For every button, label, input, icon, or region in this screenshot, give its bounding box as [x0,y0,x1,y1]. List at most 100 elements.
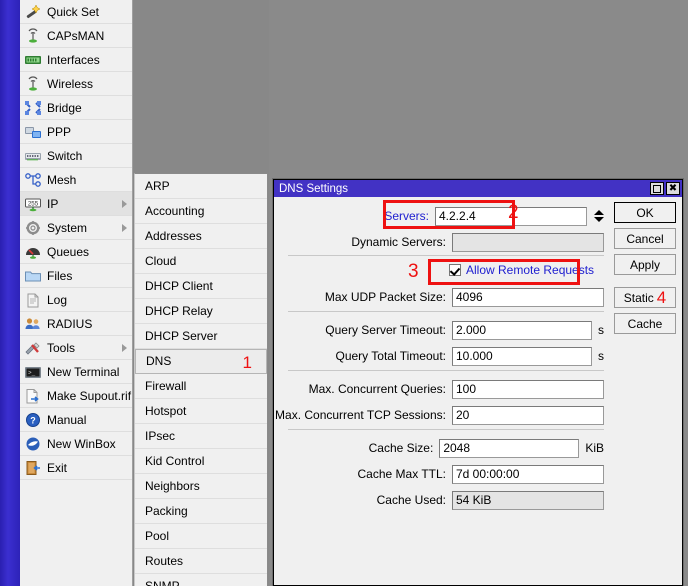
main-menu-item-manual[interactable]: ? Manual [20,408,132,432]
cache-size-input[interactable]: 2048 [439,438,580,458]
max-concurrent-tcp-input[interactable]: 20 [452,405,604,425]
ip-submenu-item-arp[interactable]: ARP [135,174,267,199]
servers-spinner[interactable] [593,207,604,225]
main-menu-item-make-supout-rif[interactable]: Make Supout.rif [20,384,132,408]
main-menu-item-ip[interactable]: 255 IP [20,192,132,216]
terminal-icon: >_ [24,364,42,380]
ip-submenu-item-snmp[interactable]: SNMP [135,574,267,586]
main-menu-item-interfaces[interactable]: Interfaces [20,48,132,72]
main-menu-item-label: System [47,220,88,235]
max-concurrent-tcp-label: Max. Concurrent TCP Sessions: [275,408,446,422]
main-menu-item-quick-set[interactable]: Quick Set [20,0,132,24]
ip-submenu-item-pool[interactable]: Pool [135,524,267,549]
cache-max-ttl-label: Cache Max TTL: [357,467,446,481]
servers-input[interactable]: 4.2.2.4 [435,206,587,226]
cancel-button[interactable]: Cancel [614,228,676,249]
ip-submenu-item-packing[interactable]: Packing [135,499,267,524]
allow-remote-requests-checkbox[interactable] [449,264,461,276]
dialog-titlebar[interactable]: DNS Settings ✖ [274,180,682,197]
query-server-timeout-input[interactable]: 2.000 [452,320,592,340]
chevron-right-icon [122,343,127,352]
winbox-window: s WinBox Quick Set CAPsMAN Interfaces Wirel… [0,0,688,586]
main-menu-item-new-winbox[interactable]: New WinBox [20,432,132,456]
ip-submenu-item-cloud[interactable]: Cloud [135,249,267,274]
max-udp-row: Max UDP Packet Size: 4096 [274,287,604,307]
divider-2 [288,311,604,312]
main-menu-item-label: Wireless [47,76,94,91]
ip-submenu-item-label: Packing [145,504,188,518]
ip-submenu-item-label: DNS [146,354,172,368]
ip-submenu-item-ipsec[interactable]: IPsec [135,424,267,449]
main-menu-item-label: PPP [47,124,72,139]
divider-3 [288,370,604,371]
main-menu-item-exit[interactable]: Exit [20,456,132,480]
ip-submenu-item-label: SNMP [145,579,180,586]
allow-remote-requests-label: Allow Remote Requests [466,263,595,277]
main-menu-item-switch[interactable]: Switch [20,144,132,168]
query-total-timeout-input[interactable]: 10.000 [452,346,592,366]
close-icon[interactable]: ✖ [666,182,680,195]
main-menu-item-label: IP [47,196,59,211]
ip-submenu-item-label: Neighbors [145,479,200,493]
tools-icon [24,340,42,356]
ip-submenu-item-accounting[interactable]: Accounting [135,199,267,224]
ip-submenu-item-routes[interactable]: Routes [135,549,267,574]
main-menu-item-log[interactable]: Log [20,288,132,312]
ip-submenu-item-label: Routes [145,554,184,568]
cache-button[interactable]: Cache [614,313,676,334]
static-button[interactable]: Static 4 [614,287,676,308]
main-menu-item-label: RADIUS [47,316,93,331]
main-menu-item-label: Quick Set [47,4,100,19]
main-menu-item-files[interactable]: Files [20,264,132,288]
servers-row: Servers: 4.2.2.4 [274,206,604,226]
ip-submenu-item-firewall[interactable]: Firewall [135,374,267,399]
main-menu-item-capsman[interactable]: CAPsMAN [20,24,132,48]
main-menu-item-label: Manual [47,412,87,427]
ip-submenu-item-addresses[interactable]: Addresses [135,224,267,249]
ip-submenu-item-label: Pool [145,529,170,543]
ok-button[interactable]: OK [614,202,676,223]
ip-submenu-item-kid-control[interactable]: Kid Control [135,449,267,474]
ip-submenu: ARP Accounting Addresses Cloud DHCP Client DH… [134,173,268,586]
ip-submenu-item-dhcp-server[interactable]: DHCP Server [135,324,267,349]
main-menu-item-wireless[interactable]: Wireless [20,72,132,96]
main-menu-item-queues[interactable]: Queues [20,240,132,264]
allow-remote-requests-row[interactable]: Allow Remote Requests [449,263,594,277]
ip-submenu-item-neighbors[interactable]: Neighbors [135,474,267,499]
main-menu-item-label: Queues [47,244,90,259]
bridge-icon [24,100,42,116]
cache-max-ttl-input[interactable]: 7d 00:00:00 [452,464,604,484]
max-concurrent-queries-input[interactable]: 100 [452,379,604,399]
annotation-label-1: 1 [242,353,252,372]
maximize-icon[interactable] [650,182,664,195]
cache-max-ttl-row: Cache Max TTL: 7d 00:00:00 [274,464,604,484]
max-concurrent-queries-label: Max. Concurrent Queries: [308,382,446,396]
query-server-timeout-unit: s [598,323,604,337]
dynamic-servers-row: Dynamic Servers: [274,232,604,252]
cache-size-label: Cache Size: [368,441,434,455]
ip-submenu-item-dhcp-relay[interactable]: DHCP Relay [135,299,267,324]
main-menu-item-ppp[interactable]: PPP [20,120,132,144]
main-menu-item-bridge[interactable]: Bridge [20,96,132,120]
ip-submenu-item-label: Addresses [145,229,202,243]
exit-door-icon [24,460,42,476]
main-menu-item-system[interactable]: System [20,216,132,240]
apply-button[interactable]: Apply [614,254,676,275]
ip-submenu-item-label: ARP [145,179,170,193]
ip-submenu-item-dns[interactable]: DNS 1 [135,349,267,374]
gauge-icon [24,244,42,260]
main-menu-item-label: New Terminal [47,364,120,379]
antenna-icon [24,75,42,92]
max-udp-label: Max UDP Packet Size: [324,290,446,304]
dynamic-servers-label: Dynamic Servers: [351,235,446,249]
main-menu-item-mesh[interactable]: Mesh [20,168,132,192]
query-server-timeout-row: Query Server Timeout: 2.000 s [274,320,604,340]
ip-submenu-item-hotspot[interactable]: Hotspot [135,399,267,424]
cache-used-value: 54 KiB [452,490,604,510]
main-menu-item-new-terminal[interactable]: >_ New Terminal [20,360,132,384]
max-udp-input[interactable]: 4096 [452,287,604,307]
ip-submenu-item-dhcp-client[interactable]: DHCP Client [135,274,267,299]
main-menu-item-tools[interactable]: Tools [20,336,132,360]
dynamic-servers-input [452,232,604,252]
main-menu-item-radius[interactable]: RADIUS [20,312,132,336]
